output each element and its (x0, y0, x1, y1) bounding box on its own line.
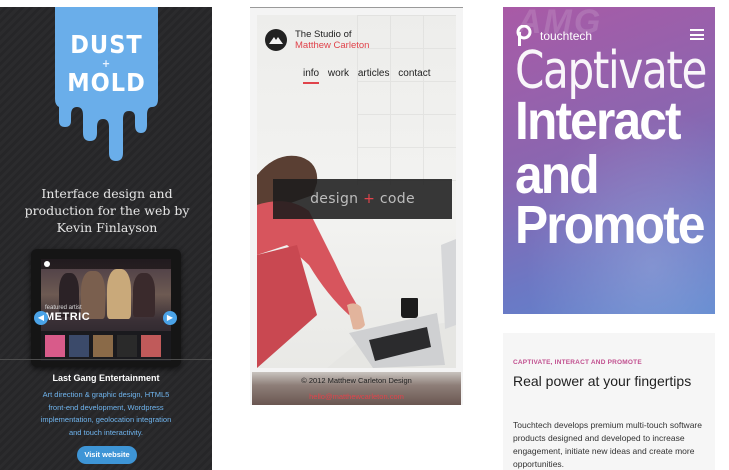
banner-plus: + (363, 191, 376, 207)
nav-info[interactable]: info (303, 68, 320, 84)
artist-name: METRIC (45, 311, 91, 323)
coffee-cup (401, 298, 418, 318)
top-divider (250, 7, 463, 8)
tablet-mockup: featured artist METRIC (31, 249, 181, 367)
studio-name-line-1: The Studio of (295, 29, 352, 40)
screen-nav-bar (41, 259, 171, 269)
mini-logo-icon (44, 261, 50, 267)
logo-line-1: DUST (70, 30, 143, 59)
email-link[interactable]: hello@matthewcarleton.com (250, 392, 463, 401)
main-nav: info work articles contact (303, 68, 437, 84)
banner-word-2: code (379, 191, 415, 207)
logo-text[interactable]: DUST + MOLD (55, 31, 158, 96)
copyright-text: © 2012 Matthew Carleton Design (301, 376, 412, 385)
design-code-banner: design + code (273, 179, 452, 219)
tagline: Interface design and production for the … (24, 186, 190, 235)
album-thumbnail (141, 335, 161, 357)
section-body: Touchtech develops premium multi-touch s… (513, 420, 702, 469)
banner-word-1: design (310, 191, 359, 207)
matthew-carleton-screenshot: The Studio of Matthew Carleton info work… (250, 7, 463, 405)
mountain-logo-icon[interactable] (265, 29, 287, 51)
hero-line-4: Promote (515, 195, 705, 255)
carousel-prev-button[interactable]: ◀ (34, 311, 48, 325)
album-thumbnail (69, 335, 89, 357)
album-thumbnail (93, 335, 113, 357)
nav-contact[interactable]: contact (398, 68, 430, 79)
project-description: Art direction & graphic design, HTML5 fr… (40, 390, 172, 437)
carousel-next-button[interactable]: ▶ (163, 311, 177, 325)
touchtech-hero: AMG touchtech Captivate Interact and Pro… (503, 7, 715, 314)
dust-mold-screenshot: DUST + MOLD Interface design and product… (0, 7, 212, 470)
section-headline: Real power at your fingertips (513, 373, 692, 389)
album-thumbnail (45, 335, 65, 357)
person-at-laptop (257, 155, 456, 368)
divider (0, 359, 212, 360)
hero-photo: The Studio of Matthew Carleton info work… (257, 15, 456, 368)
nav-articles[interactable]: articles (358, 68, 390, 79)
section-kicker: CAPTIVATE, INTERACT AND PROMOTE (513, 359, 642, 366)
studio-name-line-2: Matthew Carleton (295, 40, 370, 51)
visit-website-button[interactable]: Visit website (77, 446, 137, 464)
touchtech-intro-card: CAPTIVATE, INTERACT AND PROMOTE Real pow… (503, 333, 715, 470)
logo-line-2: MOLD (67, 68, 146, 97)
album-thumbnail (117, 335, 137, 357)
studio-name[interactable]: The Studio of Matthew Carleton (295, 29, 369, 51)
band-member (107, 269, 131, 319)
tablet-screen: featured artist METRIC (41, 259, 171, 361)
project-title: Last Gang Entertainment (52, 373, 160, 383)
hero-line-2: Interact (515, 91, 682, 151)
nav-work[interactable]: work (328, 68, 349, 79)
band-member (133, 273, 155, 317)
